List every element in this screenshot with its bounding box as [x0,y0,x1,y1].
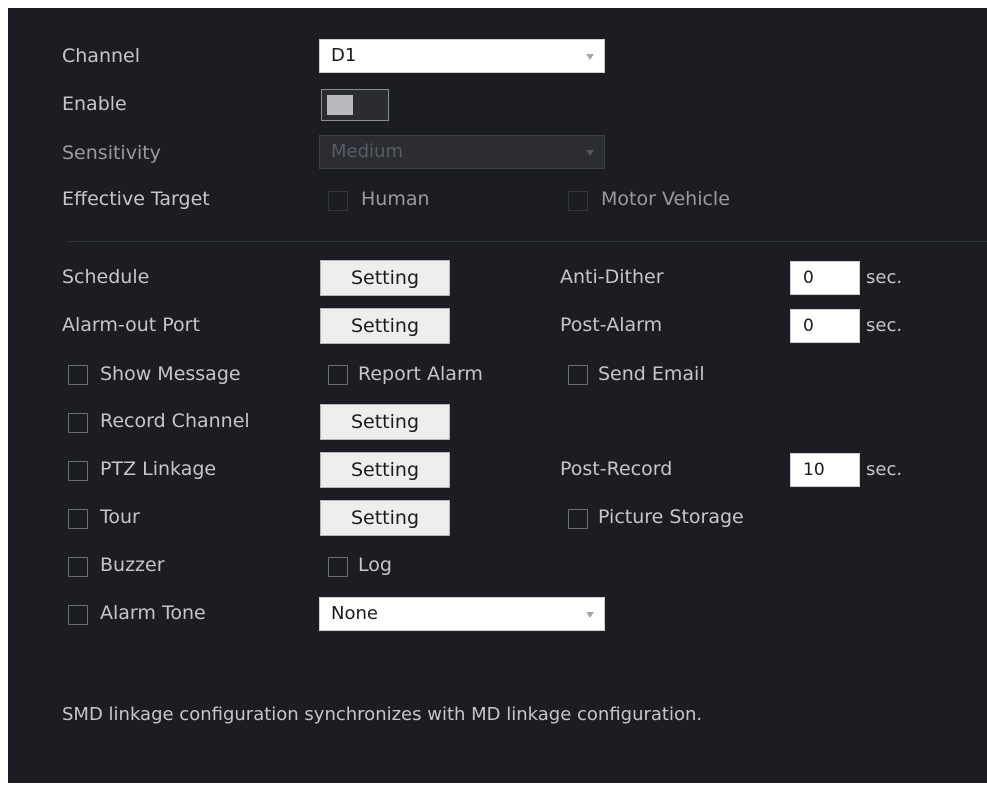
toggle-knob [327,95,353,115]
record-channel-checkbox[interactable] [68,413,88,433]
send-email-checkbox[interactable] [568,365,588,385]
motor-vehicle-checkbox [568,191,588,211]
alarm-out-setting-button[interactable]: Setting [320,308,450,344]
log-label: Log [358,554,392,576]
picture-storage-checkbox[interactable] [568,509,588,529]
schedule-label: Schedule [62,266,150,288]
buzzer-checkbox[interactable] [68,557,88,577]
human-checkbox [328,191,348,211]
tour-checkbox[interactable] [68,509,88,529]
enable-label: Enable [62,93,127,115]
show-message-checkbox[interactable] [68,365,88,385]
channel-select[interactable]: D1 [319,39,605,73]
enable-toggle[interactable] [321,89,389,121]
chevron-down-icon [586,150,594,156]
human-label: Human [361,188,430,210]
channel-label: Channel [62,45,141,67]
anti-dither-unit: sec. [866,267,903,288]
alarm-tone-value: None [331,603,378,624]
alarm-tone-label: Alarm Tone [100,602,206,624]
effective-target-label: Effective Target [62,188,210,210]
anti-dither-label: Anti-Dither [560,266,664,288]
tour-setting-button[interactable]: Setting [320,500,450,536]
tour-label: Tour [100,506,140,528]
post-record-unit: sec. [866,459,903,480]
alarm-tone-select[interactable]: None [319,597,605,631]
linkage-note: SMD linkage configuration synchronizes w… [62,704,703,725]
post-record-input[interactable]: 10 [790,453,860,487]
chevron-down-icon [586,54,594,60]
schedule-setting-button[interactable]: Setting [320,260,450,296]
buzzer-label: Buzzer [100,554,165,576]
post-record-label: Post-Record [560,458,673,480]
show-message-label: Show Message [100,363,241,385]
report-alarm-label: Report Alarm [358,363,483,385]
chevron-down-icon [586,612,594,618]
sensitivity-value: Medium [331,141,403,162]
post-alarm-input[interactable]: 0 [790,309,860,343]
ptz-linkage-setting-button[interactable]: Setting [320,452,450,488]
alarm-tone-checkbox[interactable] [68,605,88,625]
log-checkbox[interactable] [328,557,348,577]
record-channel-setting-button[interactable]: Setting [320,404,450,440]
post-alarm-label: Post-Alarm [560,314,663,336]
send-email-label: Send Email [598,363,705,385]
ptz-linkage-label: PTZ Linkage [100,458,217,480]
anti-dither-input[interactable]: 0 [790,261,860,295]
section-divider [68,241,987,242]
sensitivity-label: Sensitivity [62,142,161,164]
channel-value: D1 [331,45,357,66]
picture-storage-label: Picture Storage [598,506,744,528]
sensitivity-select: Medium [319,135,605,169]
report-alarm-checkbox[interactable] [328,365,348,385]
smd-settings-panel: Channel D1 Enable Sensitivity Medium Eff… [8,8,987,783]
motor-vehicle-label: Motor Vehicle [601,188,730,210]
alarm-out-port-label: Alarm-out Port [62,314,200,336]
ptz-linkage-checkbox[interactable] [68,461,88,481]
post-alarm-unit: sec. [866,315,903,336]
record-channel-label: Record Channel [100,410,250,432]
